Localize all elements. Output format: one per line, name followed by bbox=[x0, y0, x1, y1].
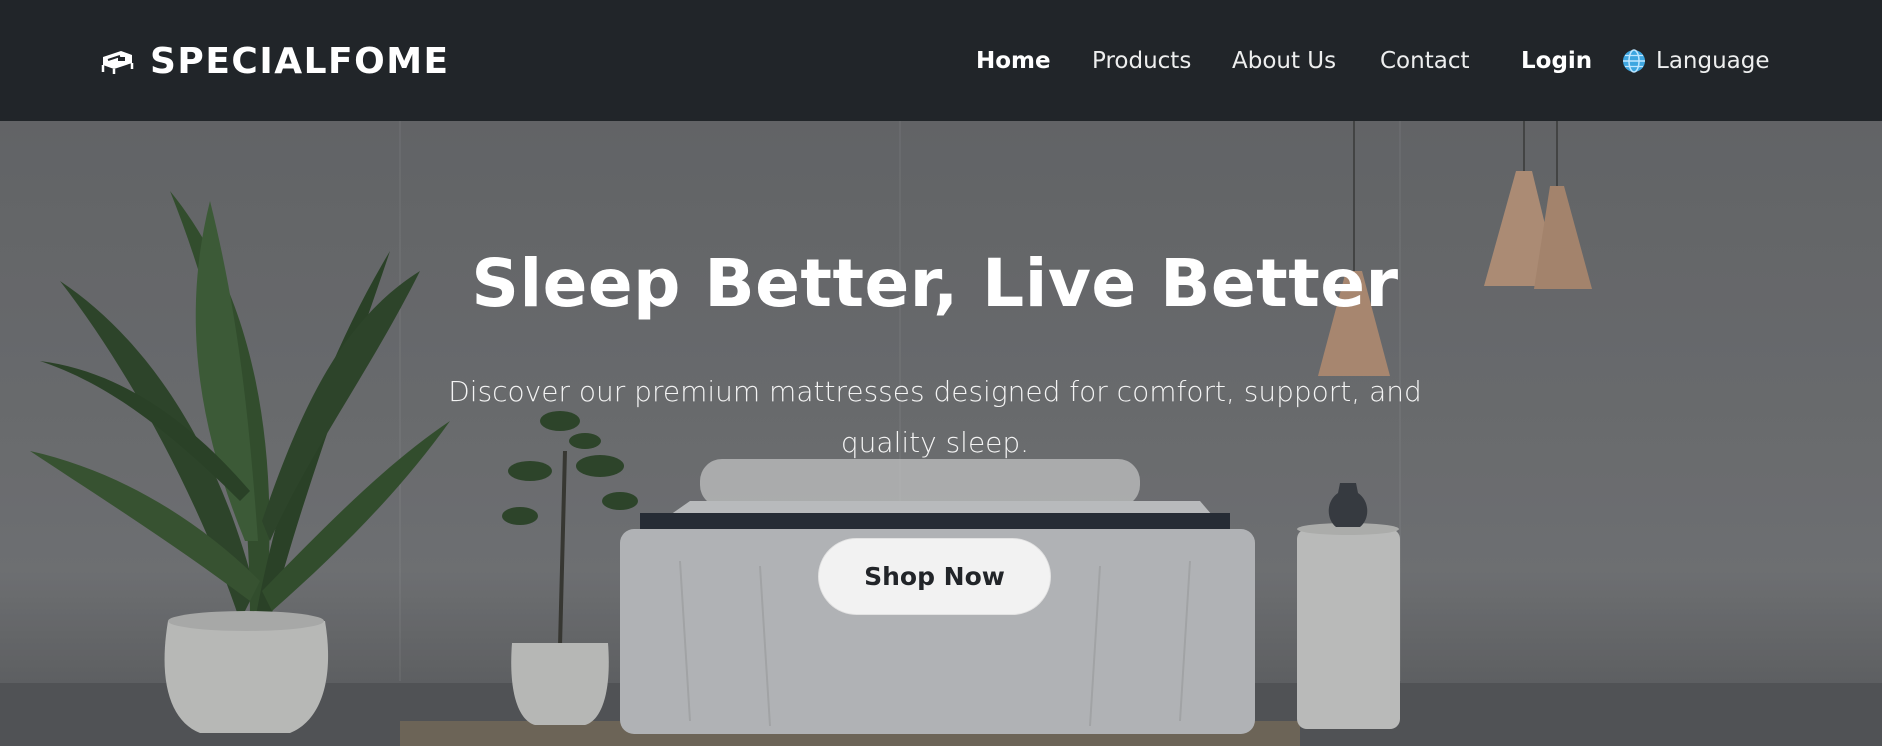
main-nav: Home Products About Us Contact Login Lan… bbox=[0, 0, 1882, 121]
hero-section: Sleep Better, Live Better Discover our p… bbox=[0, 121, 1882, 746]
language-label: Language bbox=[1656, 48, 1770, 74]
page-divider bbox=[0, 746, 1882, 750]
nav-products-link[interactable]: Products bbox=[1092, 45, 1191, 77]
nav-about-link[interactable]: About Us bbox=[1232, 45, 1336, 77]
login-link[interactable]: Login bbox=[1521, 45, 1592, 77]
language-selector[interactable]: Language bbox=[1622, 45, 1770, 77]
hero-title: Sleep Better, Live Better bbox=[471, 245, 1399, 322]
nav-contact-link[interactable]: Contact bbox=[1380, 45, 1469, 77]
shop-now-button[interactable]: Shop Now bbox=[818, 538, 1051, 615]
nav-home-link[interactable]: Home bbox=[976, 45, 1051, 77]
globe-icon bbox=[1623, 49, 1645, 73]
hero-subtitle: Discover our premium mattresses designed… bbox=[448, 375, 1422, 459]
navbar: SPECIALFOME Home Products About Us Conta… bbox=[0, 0, 1882, 121]
